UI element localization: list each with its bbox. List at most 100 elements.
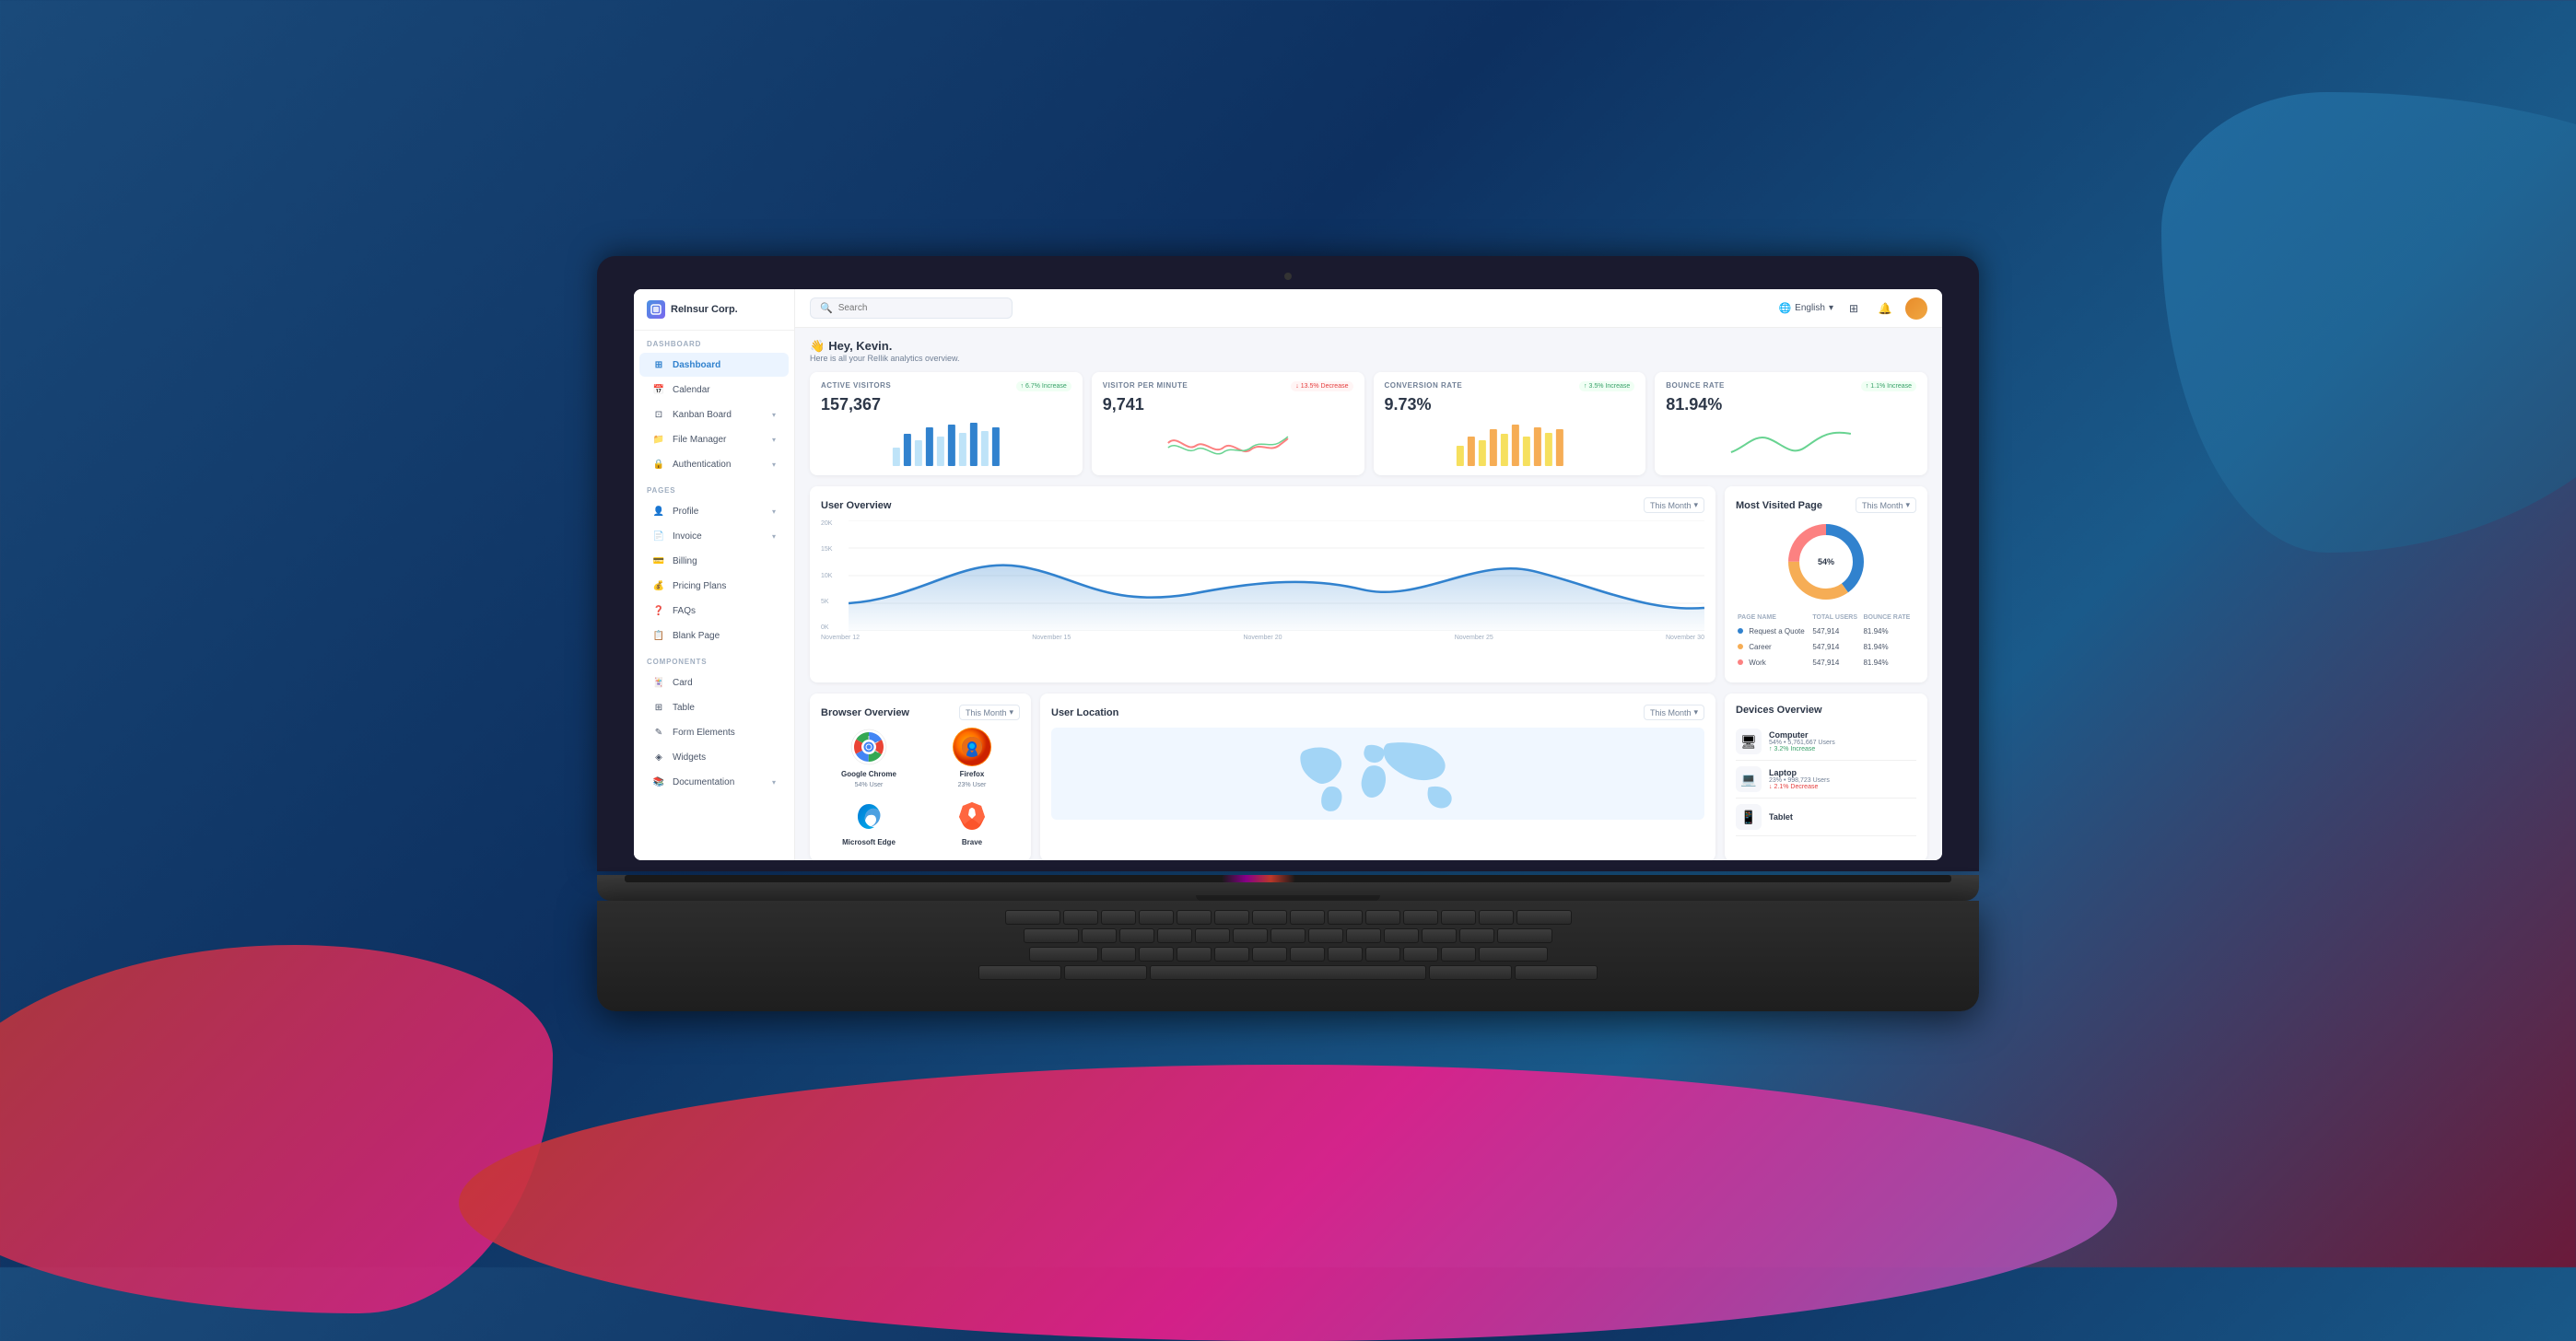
key (1252, 910, 1287, 925)
key (1328, 947, 1363, 962)
key (1270, 928, 1306, 943)
stat-value-visitors: 157,367 (821, 395, 1071, 414)
browser-item-chrome: Google Chrome 54% User (821, 728, 917, 788)
grid-icon-button[interactable]: ⊞ (1843, 297, 1865, 320)
mini-chart-conversion (1385, 420, 1635, 466)
sidebar-item-invoice[interactable]: 📄 Invoice ▾ (639, 524, 789, 548)
user-overview-title: User Overview (821, 500, 891, 511)
brave-icon (953, 796, 991, 834)
widget-icon: ◈ (652, 751, 665, 764)
sidebar-item-auth[interactable]: 🔒 Authentication ▾ (639, 452, 789, 476)
folder-icon: 📁 (652, 433, 665, 446)
sidebar-item-docs[interactable]: 📚 Documentation ▾ (639, 770, 789, 794)
area-chart: 20K 15K 10K 5K 0K (821, 520, 1704, 631)
user-avatar[interactable] (1905, 297, 1927, 320)
device-item-laptop: 💻 Laptop 23% • 998,723 Users ↓ 2.1% Decr… (1736, 761, 1916, 799)
key (1157, 928, 1192, 943)
sidebar-item-label: Invoice (673, 531, 702, 542)
browser-period[interactable]: This Month ▾ (959, 705, 1020, 720)
dot-blue (1738, 628, 1743, 634)
sidebar-item-label: Card (673, 678, 693, 688)
device-change-laptop: ↓ 2.1% Decrease (1769, 784, 1916, 790)
key (1516, 910, 1572, 925)
user-location-card: User Location This Month ▾ (1040, 694, 1715, 860)
sidebar-item-formelements[interactable]: ✎ Form Elements (639, 720, 789, 744)
sidebar-item-profile[interactable]: 👤 Profile ▾ (639, 499, 789, 523)
stat-card-per-minute: VISITOR PER MINUTE ↓ 13.5% Decrease 9,74… (1092, 372, 1364, 475)
y-label-5k: 5K (821, 599, 832, 605)
language-button[interactable]: 🌐 English ▾ (1778, 302, 1833, 314)
chrome-label: Google Chrome (841, 770, 896, 778)
sidebar-item-label: Widgets (673, 752, 706, 763)
sidebar-item-widgets[interactable]: ◈ Widgets (639, 745, 789, 769)
device-list: 🖥 Computer 54% • 5,761,667 Users ↑ 3.2% … (1736, 723, 1916, 836)
mini-chart-visitors (821, 420, 1071, 466)
chrome-pct: 54% User (855, 782, 884, 788)
chevron-icon-2: ▾ (1905, 500, 1910, 510)
topnav: 🔍 🌐 English ▾ ⊞ 🔔 (795, 289, 1942, 328)
stat-card-visitors: ACTIVE VISITORS ↑ 6.7% Increase 157,367 (810, 372, 1083, 475)
chevron-icon-4: ▾ (1693, 707, 1698, 717)
firefox-pct: 23% User (958, 782, 987, 788)
sidebar-item-label: Pricing Plans (673, 581, 726, 591)
sidebar-item-kanban[interactable]: ⊡ Kanban Board ▾ (639, 402, 789, 426)
sidebar-item-card[interactable]: 🃏 Card (639, 670, 789, 694)
greeting-title: 👋Hey, Kevin. (810, 339, 1927, 354)
chrome-icon (849, 728, 888, 766)
search-icon: 🔍 (820, 302, 833, 314)
sidebar-item-pricing[interactable]: 💰 Pricing Plans (639, 574, 789, 598)
sidebar-item-calendar[interactable]: 📅 Calendar (639, 378, 789, 402)
dashboard-icon: ⊞ (652, 358, 665, 371)
user-overview-period[interactable]: This Month ▾ (1644, 497, 1704, 513)
key (1195, 928, 1230, 943)
billing-icon: 💳 (652, 554, 665, 567)
device-users-laptop: 23% • 998,723 Users (1769, 777, 1916, 784)
logo-text: ReInsur Corp. (671, 304, 738, 315)
rate-2: 81.94% (1863, 640, 1914, 654)
device-name-laptop: Laptop (1769, 768, 1916, 777)
x-label-1: November 12 (821, 635, 860, 641)
sidebar-item-blank[interactable]: 📋 Blank Page (639, 624, 789, 647)
sidebar-item-faqs[interactable]: ❓ FAQs (639, 599, 789, 623)
user-overview-card: User Overview This Month ▾ 20K (810, 486, 1715, 682)
stat-value-per-minute: 9,741 (1103, 395, 1353, 414)
location-period[interactable]: This Month ▾ (1644, 705, 1704, 720)
page-table: PAGE NAME TOTAL USERS BOUNCE RATE (1736, 611, 1916, 671)
search-box[interactable]: 🔍 (810, 297, 1013, 319)
key (1365, 910, 1400, 925)
device-users-computer: 54% • 5,761,667 Users (1769, 740, 1916, 746)
sidebar-item-label: Form Elements (673, 728, 735, 738)
most-visited-period[interactable]: This Month ▾ (1856, 497, 1916, 513)
laptop-screen: ReInsur Corp. DASHBOARD ⊞ Dashboard 📅 Ca… (634, 289, 1942, 860)
rate-3: 81.94% (1863, 656, 1914, 670)
sidebar-item-dashboard[interactable]: ⊞ Dashboard (639, 353, 789, 377)
key (1214, 947, 1249, 962)
browser-overview-card: Browser Overview This Month ▾ (810, 694, 1031, 860)
key (1290, 910, 1325, 925)
y-label-0k: 0K (821, 624, 832, 631)
search-input[interactable] (838, 303, 967, 313)
notification-bell-icon[interactable]: 🔔 (1874, 297, 1896, 320)
key (1479, 947, 1548, 962)
key (1403, 947, 1438, 962)
sidebar-item-billing[interactable]: 💳 Billing (639, 549, 789, 573)
device-info-computer: Computer 54% • 5,761,667 Users ↑ 3.2% In… (1769, 730, 1916, 752)
sidebar-item-filemanager[interactable]: 📁 File Manager ▾ (639, 427, 789, 451)
rate-1: 81.94% (1863, 624, 1914, 638)
stat-card-bounce: BOUNCE RATE ↑ 1.1% Increase 81.94% (1655, 372, 1927, 475)
language-chevron: ▾ (1829, 303, 1833, 313)
sidebar-item-table[interactable]: ⊞ Table (639, 695, 789, 719)
laptop-frame: ReInsur Corp. DASHBOARD ⊞ Dashboard 📅 Ca… (597, 256, 1979, 1011)
key (1063, 910, 1098, 925)
world-map (1051, 728, 1704, 820)
key (1119, 928, 1154, 943)
chevron-down-icon-2: ▾ (772, 436, 776, 444)
key (1252, 947, 1287, 962)
device-name-tablet: Tablet (1769, 812, 1916, 822)
chevron-down-icon-4: ▾ (772, 507, 776, 516)
key (1497, 928, 1552, 943)
key (1384, 928, 1419, 943)
browser-grid: Google Chrome 54% User (821, 728, 1020, 850)
browser-item-brave: Brave (924, 796, 1020, 850)
main-content: 🔍 🌐 English ▾ ⊞ 🔔 (795, 289, 1942, 860)
